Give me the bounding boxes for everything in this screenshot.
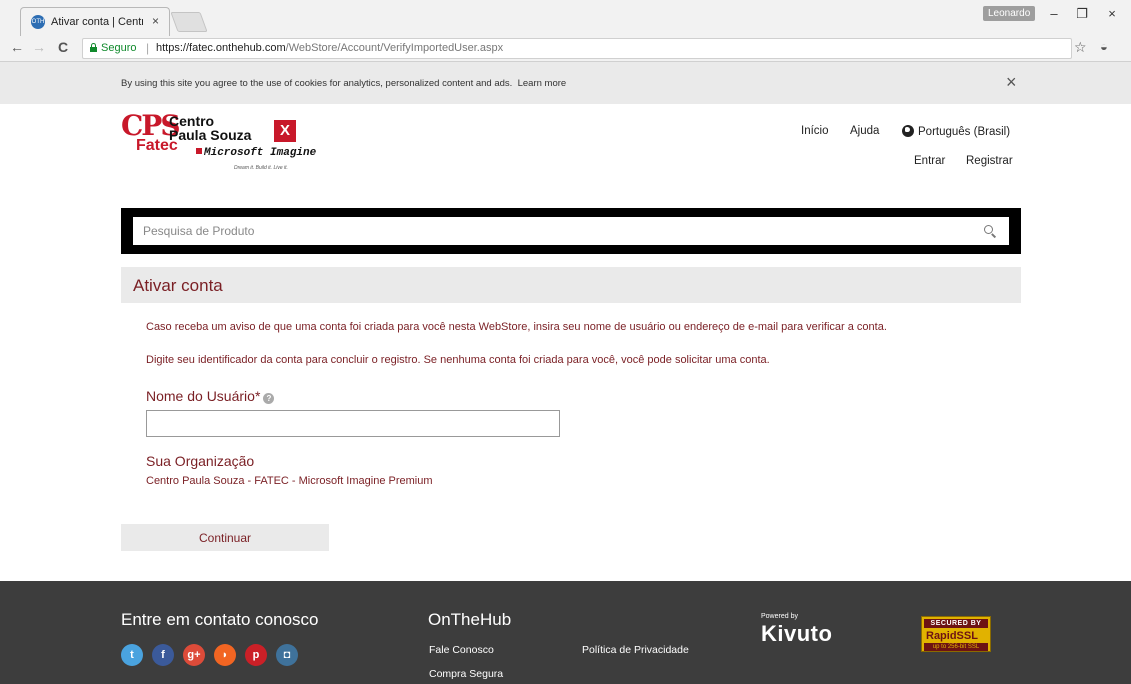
nav-inicio[interactable]: Início xyxy=(801,125,829,137)
logo-centro: Centro xyxy=(169,113,215,129)
onthehub-heading: OnTheHub xyxy=(428,610,512,629)
facebook-icon[interactable]: f xyxy=(152,644,174,666)
profile-badge[interactable]: Leonardo xyxy=(983,6,1036,21)
ssl-secured-by: SECURED BY xyxy=(924,619,988,628)
compra-segura-link[interactable]: Compra Segura xyxy=(429,668,503,680)
request-account-link[interactable]: solicitar uma conta xyxy=(675,354,767,366)
powered-by-label: Powered by xyxy=(761,613,798,620)
site-footer: Entre em contato conosco t f g+ ◗ p ◘ On… xyxy=(0,581,1131,684)
username-input[interactable] xyxy=(146,410,560,437)
logo-paula-souza: Paula Souza xyxy=(169,127,252,143)
learn-more-link[interactable]: Learn more xyxy=(518,78,567,89)
browser-toolbar: ← → C Seguro | https://fatec.onthehub.co… xyxy=(0,36,1131,62)
google-plus-icon[interactable]: g+ xyxy=(183,644,205,666)
browser-tabbar: OTH Ativar conta | Centro Pau × Leonardo… xyxy=(0,0,1131,36)
globe-icon xyxy=(902,125,914,137)
search-icon[interactable] xyxy=(984,225,997,238)
cookie-close-icon[interactable]: × xyxy=(1006,71,1017,93)
pinterest-icon[interactable]: p xyxy=(245,644,267,666)
cookie-message: By using this site you agree to the use … xyxy=(121,78,513,89)
secure-label: Seguro xyxy=(101,42,137,54)
organization-label: Sua Organização xyxy=(146,453,255,469)
continue-button[interactable]: Continuar xyxy=(121,524,329,551)
language-label: Português (Brasil) xyxy=(918,126,1011,138)
lock-icon xyxy=(90,43,97,52)
tab-title: Ativar conta | Centro Pau xyxy=(51,16,143,28)
url-host: https://fatec.onthehub.com xyxy=(156,42,286,54)
ssl-strength: up to 256-bit SSL xyxy=(924,643,988,651)
cookie-text: By using this site you agree to the use … xyxy=(121,78,566,89)
logo-microsoft-imagine: Microsoft Imagine xyxy=(196,147,316,159)
register-paragraph: Digite seu identificador da conta para c… xyxy=(146,354,770,366)
product-search-bar xyxy=(121,208,1021,254)
username-label: Nome do Usuário*? xyxy=(146,388,275,404)
microsoft-square-icon xyxy=(196,148,202,154)
cookie-banner: By using this site you agree to the use … xyxy=(0,62,1131,104)
contact-heading: Entre em contato conosco xyxy=(121,610,319,629)
search-input[interactable] xyxy=(133,217,1009,245)
onthehub-favicon-icon: OTH xyxy=(31,15,45,29)
logo-tagline: Dream it. Build it. Live it. xyxy=(234,165,288,171)
kivuto-logo[interactable]: Kivuto xyxy=(761,621,832,647)
username-label-text: Nome do Usuário* xyxy=(146,388,261,404)
url-path: /WebStore/Account/VerifyImportedUser.asp… xyxy=(285,42,504,54)
rapidssl-badge[interactable]: SECURED BY RapidSSL up to 256-bit SSL xyxy=(921,616,991,652)
nav-ajuda[interactable]: Ajuda xyxy=(850,125,879,137)
instagram-icon[interactable]: ◘ xyxy=(276,644,298,666)
organization-value: Centro Paula Souza - FATEC - Microsoft I… xyxy=(146,475,433,487)
restore-button[interactable]: ❐ xyxy=(1069,4,1095,24)
logo-fatec: Fatec xyxy=(136,137,178,154)
url-separator: | xyxy=(146,41,150,55)
twitter-icon[interactable]: t xyxy=(121,644,143,666)
close-window-button[interactable]: × xyxy=(1099,4,1125,24)
browser-tab[interactable]: OTH Ativar conta | Centro Pau × xyxy=(20,7,170,36)
register-text-end: . xyxy=(766,354,770,366)
close-tab-icon[interactable]: × xyxy=(152,14,159,28)
address-bar[interactable]: Seguro | https://fatec.onthehub.com/WebS… xyxy=(82,38,1072,59)
minimize-button[interactable]: – xyxy=(1041,4,1067,24)
site-logo[interactable]: CPS Centro Paula Souza X Fatec Microsoft… xyxy=(121,112,321,180)
reload-icon[interactable]: C xyxy=(55,39,71,55)
url-text: https://fatec.onthehub.com/WebStore/Acco… xyxy=(156,42,503,54)
ssl-brand: RapidSSL xyxy=(926,630,978,642)
logo-microsoft-imagine-text: Microsoft Imagine xyxy=(204,147,317,159)
page-header: Ativar conta xyxy=(121,267,1021,303)
back-arrow-icon[interactable]: ← xyxy=(9,39,25,55)
page-title: Ativar conta xyxy=(133,276,223,295)
new-tab-button[interactable] xyxy=(170,12,208,32)
help-icon[interactable]: ? xyxy=(263,393,275,404)
instructions-paragraph: Caso receba um aviso de que uma conta fo… xyxy=(146,321,887,333)
bookmark-star-icon[interactable]: ☆ xyxy=(1074,39,1087,56)
language-selector[interactable]: Português (Brasil) xyxy=(902,125,1010,138)
register-text: Digite seu identificador da conta para c… xyxy=(146,354,675,366)
nav-entrar[interactable]: Entrar xyxy=(914,155,945,167)
nav-registrar[interactable]: Registrar xyxy=(966,155,1013,167)
logo-x-icon: X xyxy=(274,120,296,142)
fale-conosco-link[interactable]: Fale Conosco xyxy=(429,644,494,656)
extension-icon[interactable]: ◒ xyxy=(1100,39,1108,54)
rss-icon[interactable]: ◗ xyxy=(214,644,236,666)
privacy-policy-link[interactable]: Política de Privacidade xyxy=(582,644,689,656)
forward-arrow-icon[interactable]: → xyxy=(31,39,47,55)
